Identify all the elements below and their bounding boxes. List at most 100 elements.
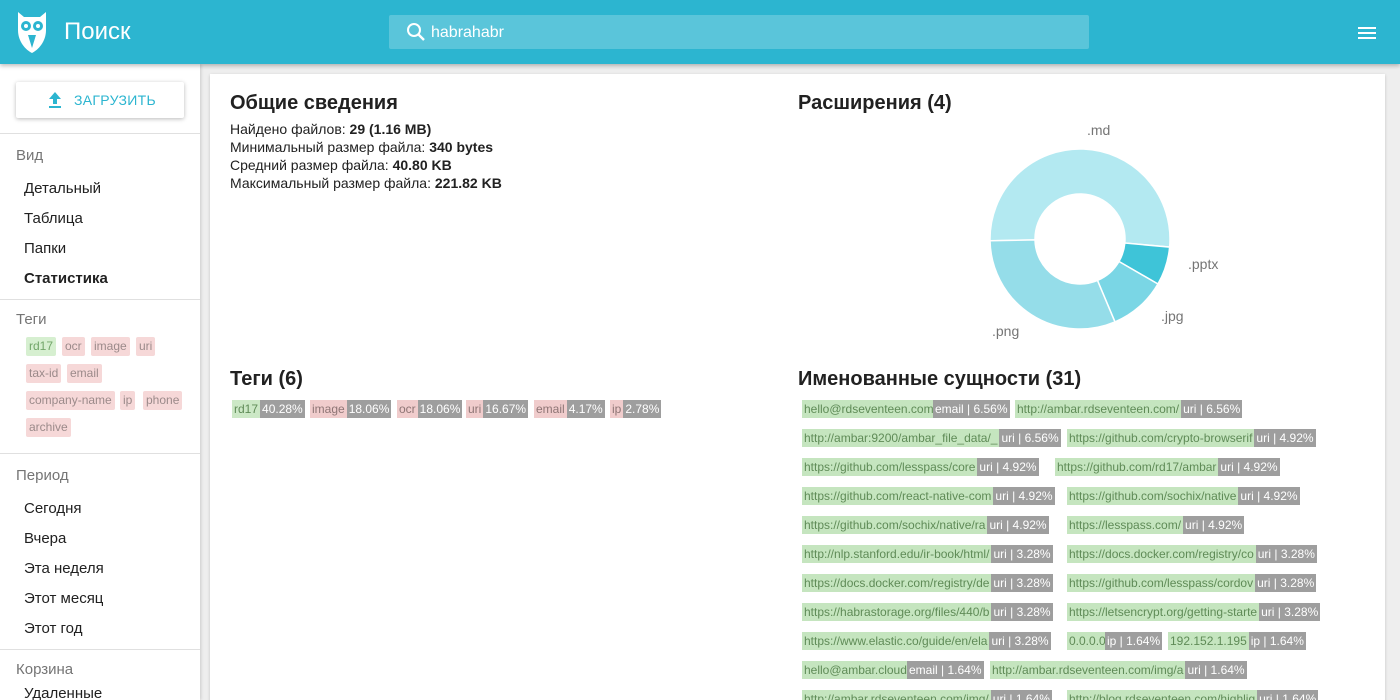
entity-text: http://ambar.rdseventeen.com/ [1015, 400, 1182, 418]
owl-logo-icon[interactable] [14, 8, 50, 54]
entity-chip[interactable]: http://ambar.rdseventeen.com/uri | 6.56% [1015, 400, 1243, 418]
entity-meta: uri | 3.28% [991, 545, 1053, 563]
entity-meta: uri | 4.92% [1254, 429, 1316, 447]
section-heading-view: Вид [16, 147, 44, 164]
upload-button-label: ЗАГРУЗИТЬ [74, 92, 156, 108]
entity-text: https://github.com/sochix/native [1067, 487, 1239, 505]
entity-chip[interactable]: http://ambar:9200/ambar_file_data/_ uri |… [802, 429, 1061, 447]
tag-filter-email[interactable]: email [67, 364, 102, 383]
entity-chip[interactable]: https://letsencrypt.org/getting-starte ur… [1067, 603, 1321, 621]
entity-chip[interactable]: https://github.com/lesspass/core uri | 4.… [802, 458, 1039, 476]
divider [0, 299, 200, 300]
entity-chip[interactable]: https://docs.docker.com/registry/co uri |… [1067, 545, 1317, 563]
search-value[interactable]: habrahabr [431, 24, 504, 42]
entity-text: hello@ambar.cloud [802, 661, 907, 679]
section-heading-tags: Теги [16, 311, 47, 328]
tag-filter-uri[interactable]: uri [136, 337, 156, 356]
tag-filter-archive[interactable]: archive [26, 418, 71, 437]
search-input[interactable]: habrahabr [389, 15, 1089, 49]
pie-label-pptx: .pptx [1188, 256, 1219, 272]
sidebar-item-this-week[interactable]: Эта неделя [24, 560, 104, 577]
tag-stat-ocr[interactable]: ocr 18.06% [397, 400, 463, 418]
entity-chip[interactable]: https://docs.docker.com/registry/de uri |… [802, 574, 1053, 592]
tag-filter-ip[interactable]: ip [120, 391, 136, 410]
entity-text: hello@rdseventeen.com [802, 400, 933, 418]
pie-slice-md [989, 148, 1171, 248]
sidebar-item-table[interactable]: Таблица [24, 210, 83, 227]
tag-stat-ip[interactable]: ip 2.78% [610, 400, 662, 418]
sidebar: ЗАГРУЗИТЬ Вид Детальный Таблица Папки Ст… [0, 64, 200, 700]
info-min-size: Минимальный размер файла: 340 bytes [230, 139, 494, 155]
entity-chip[interactable]: 0.0.0.0 ip | 1.64% [1067, 632, 1163, 650]
entity-text: http://nlp.stanford.edu/ir-book/html/ [802, 545, 992, 563]
entity-text: https://github.com/lesspass/core [802, 458, 978, 476]
upload-icon [49, 92, 61, 108]
tag-filter-image[interactable]: image [91, 337, 130, 356]
entity-chip[interactable]: https://github.com/sochix/native uri | 4.… [1067, 487, 1300, 505]
tag-stat-image[interactable]: image 18.06% [310, 400, 392, 418]
statistics-panel: Общие сведения Найдено файлов: 29 (1.16 … [210, 74, 1385, 700]
hamburger-menu-icon[interactable] [1355, 21, 1379, 45]
entity-chip[interactable]: https://github.com/crypto-browserif uri |… [1067, 429, 1316, 447]
entity-chip[interactable]: https://lesspass.com/uri | 4.92% [1067, 516, 1245, 534]
extensions-title: Расширения (4) [798, 92, 952, 114]
entity-meta: uri | 6.56% [1181, 400, 1243, 418]
entity-meta: uri | 1.64% [1257, 690, 1319, 700]
tag-stat-uri[interactable]: uri 16.67% [466, 400, 529, 418]
entity-text: 0.0.0.0 [1067, 632, 1105, 650]
entity-text: https://lesspass.com/ [1067, 516, 1184, 534]
entity-meta: uri | 3.28% [1255, 545, 1317, 563]
upload-button[interactable]: ЗАГРУЗИТЬ [16, 82, 184, 118]
entity-meta: uri | 4.92% [1238, 487, 1300, 505]
entity-chip[interactable]: 192.152.1.195 ip | 1.64% [1168, 632, 1306, 650]
pie-label-md: .md [1087, 122, 1111, 138]
tags-stats-title: Теги (6) [230, 368, 303, 390]
entity-text: https://github.com/lesspass/cordov [1067, 574, 1256, 592]
sidebar-item-today[interactable]: Сегодня [24, 500, 82, 517]
entity-chip[interactable]: http://ambar.rdseventeen.com/img/a uri | … [990, 661, 1247, 679]
entity-meta: uri | 6.56% [999, 429, 1061, 447]
sidebar-item-deleted[interactable]: Удаленные [24, 685, 102, 700]
tag-filter-ocr[interactable]: ocr [62, 337, 85, 356]
entity-meta: uri | 3.28% [991, 603, 1053, 621]
entity-chip[interactable]: https://github.com/sochix/native/ra uri |… [802, 516, 1049, 534]
entity-meta: uri | 1.64% [1185, 661, 1247, 679]
entity-chip[interactable]: https://github.com/react-native-com uri |… [802, 487, 1055, 505]
sidebar-item-yesterday[interactable]: Вчера [24, 530, 66, 547]
tag-filter-tax-id[interactable]: tax-id [26, 364, 62, 383]
entity-chip[interactable]: http://nlp.stanford.edu/ir-book/html/uri… [802, 545, 1053, 563]
section-heading-trash: Корзина [16, 661, 74, 678]
entity-meta: uri | 3.28% [991, 574, 1053, 592]
entity-chip[interactable]: https://habrastorage.org/files/440/b uri … [802, 603, 1053, 621]
entity-chip[interactable]: https://github.com/lesspass/cordov uri | … [1067, 574, 1317, 592]
sidebar-item-this-year[interactable]: Этот год [24, 620, 82, 637]
tag-filter-phone[interactable]: phone [143, 391, 183, 410]
entity-chip[interactable]: http://ambar.rdseventeen.com/img/uri | 1… [802, 690, 1052, 700]
entity-chip[interactable]: hello@ambar.cloud email | 1.64% [802, 661, 984, 679]
tag-stat-rd17[interactable]: rd17 40.28% [232, 400, 305, 418]
info-max-size: Максимальный размер файла: 221.82 KB [230, 175, 502, 191]
entity-text: 192.152.1.195 [1168, 632, 1249, 650]
entity-text: https://letsencrypt.org/getting-starte [1067, 603, 1260, 621]
entity-meta: ip | 1.64% [1248, 632, 1306, 650]
entity-text: https://github.com/react-native-com [802, 487, 994, 505]
entity-chip[interactable]: https://www.elastic.co/guide/en/ela uri |… [802, 632, 1051, 650]
sidebar-item-statistics[interactable]: Статистика [24, 270, 108, 287]
entity-meta: uri | 1.64% [990, 690, 1052, 700]
named-entities-title: Именованные сущности (31) [798, 368, 1082, 390]
sidebar-item-detailed[interactable]: Детальный [24, 180, 101, 197]
sidebar-item-this-month[interactable]: Этот месяц [24, 590, 103, 607]
tag-stat-email[interactable]: email 4.17% [534, 400, 605, 418]
entity-chip[interactable]: https://github.com/rd17/ambar uri | 4.92% [1055, 458, 1280, 476]
general-info-title: Общие сведения [230, 92, 398, 114]
sidebar-item-folders[interactable]: Папки [24, 240, 66, 257]
entity-text: http://ambar:9200/ambar_file_data/_ [802, 429, 1000, 447]
divider [0, 133, 200, 134]
entity-chip[interactable]: hello@rdseventeen.com email | 6.56% [802, 400, 1010, 418]
entity-chip[interactable]: http://blog.rdseventeen.com/highlig uri |… [1067, 690, 1319, 700]
entity-text: http://blog.rdseventeen.com/highlig [1067, 690, 1258, 700]
search-icon [407, 23, 425, 41]
tag-filter-rd17[interactable]: rd17 [26, 337, 57, 356]
tag-filter-company-name[interactable]: company-name [26, 391, 115, 410]
entity-meta: email | 1.64% [907, 661, 984, 679]
